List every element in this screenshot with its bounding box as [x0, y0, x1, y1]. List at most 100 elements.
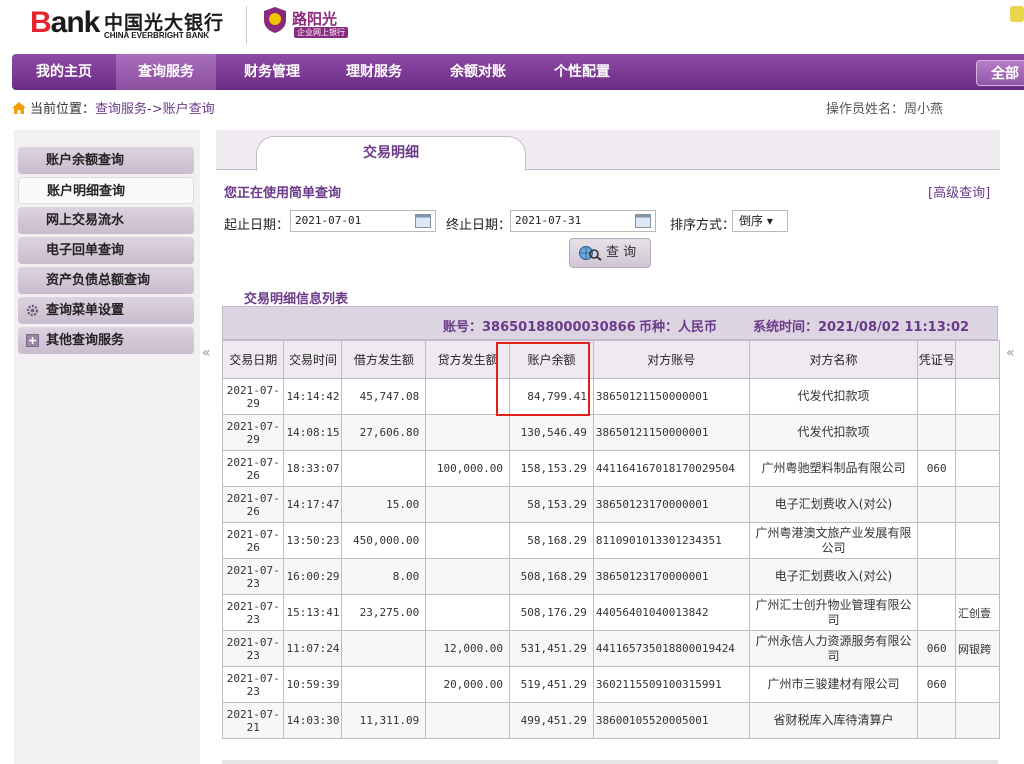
col-header-counterparty-account[interactable]: 对方账号	[592, 340, 750, 379]
sunshine-brand-subtitle: 企业网上银行	[294, 27, 348, 38]
col-header-credit[interactable]: 贷方发生额	[425, 340, 511, 379]
date-line-2: 26	[246, 468, 260, 482]
counterparty-account-cell: 38650123170000001	[592, 558, 750, 595]
debit-cell: 23,275.00	[341, 594, 427, 631]
main-nav: 我的主页 查询服务 财务管理 理财服务 余额对账 个性配置 全部	[12, 54, 1024, 90]
date-line-1: 2021-07-	[226, 527, 280, 541]
collapse-left-icon[interactable]: «	[202, 345, 211, 361]
account-info-bar: 账号：38650188000030866 币种：人民币 系统时间：2021/08…	[222, 306, 998, 340]
sidebar-item-other-query-services[interactable]: 其他查询服务	[18, 327, 194, 354]
home-icon	[12, 102, 26, 114]
date-line-1: 2021-07-	[226, 383, 280, 397]
nav-balance-reconciliation[interactable]: 余额对账	[430, 54, 526, 90]
date-line-1: 2021-07-	[226, 491, 280, 505]
date-line-2: 26	[246, 504, 260, 518]
balance-cell: 508,176.29	[509, 594, 594, 631]
lock-icon[interactable]	[1010, 6, 1024, 22]
nav-all-button[interactable]: 全部	[976, 60, 1024, 86]
col-header-time[interactable]: 交易时间	[283, 340, 343, 379]
counterparty-account-cell: 8110901013301234351	[592, 522, 750, 559]
sidebar-item-online-transactions[interactable]: 网上交易流水	[18, 207, 194, 234]
credit-cell: 20,000.00	[425, 666, 511, 703]
time-cell: 13:50:23	[283, 522, 343, 559]
system-time: 系统时间：2021/08/02 11:13:02	[753, 320, 970, 335]
sidebar-item-query-menu-settings[interactable]: 查询菜单设置	[18, 297, 194, 324]
balance-cell: 58,168.29	[509, 522, 594, 559]
date-line-2: 23	[246, 612, 260, 626]
col-header-extra[interactable]	[955, 340, 1000, 379]
collapse-right-icon[interactable]: «	[1006, 345, 1015, 361]
calendar-icon[interactable]	[635, 213, 651, 228]
extra-cell: 汇创壹	[955, 594, 1000, 631]
counterparty-name-cell: 广州永信人力资源服务有限公司	[748, 630, 919, 667]
table-row[interactable]: 2021-07- 29 14:14:42 45,747.08 84,799.41 3865…	[221, 378, 1000, 415]
date-cell: 2021-07- 23	[221, 594, 285, 631]
voucher-cell	[917, 558, 957, 595]
credit-cell	[425, 378, 511, 415]
table-row[interactable]: 2021-07- 26 13:50:23 450,000.00 58,168.29 811…	[221, 522, 1000, 559]
voucher-cell	[917, 486, 957, 523]
date-cell: 2021-07- 26	[221, 450, 285, 487]
counterparty-name-cell: 电子汇划费收入(对公)	[748, 486, 919, 523]
credit-cell	[425, 522, 511, 559]
nav-home[interactable]: 我的主页	[12, 54, 116, 90]
tab-transaction-details[interactable]: 交易明细	[256, 136, 526, 171]
date-line-2: 23	[246, 684, 260, 698]
date-line-1: 2021-07-	[226, 671, 280, 685]
sunshine-badge-icon	[264, 7, 286, 33]
sort-order-select[interactable]: 倒序 ▾	[732, 210, 788, 232]
horizontal-scrollbar[interactable]	[222, 760, 998, 764]
col-header-debit[interactable]: 借方发生额	[341, 340, 427, 379]
counterparty-name-cell: 省财税库入库待清算户	[748, 702, 919, 739]
table-row[interactable]: 2021-07- 23 11:07:24 12,000.00 531,451.29 441…	[221, 630, 1000, 667]
chevron-down-icon: ▾	[766, 214, 773, 228]
list-title: 交易明细信息列表	[244, 292, 349, 307]
operator-name: 操作员姓名：周小燕	[826, 102, 944, 117]
calendar-icon[interactable]	[415, 213, 431, 228]
currency: 币种：人民币	[639, 320, 718, 335]
counterparty-name-cell: 广州汇士创升物业管理有限公司	[748, 594, 919, 631]
nav-finance-management[interactable]: 财务管理	[224, 54, 320, 90]
counterparty-name-cell: 代发代扣款项	[748, 414, 919, 451]
nav-wealth-services[interactable]: 理财服务	[326, 54, 422, 90]
table-row[interactable]: 2021-07- 29 14:08:15 27,606.80 130,546.49 386…	[221, 414, 1000, 451]
time-cell: 11:07:24	[283, 630, 343, 667]
logo-divider	[246, 6, 247, 44]
table-header-row: 交易日期 交易时间 借方发生额 贷方发生额 账户余额 对方账号 对方名称 凭证号	[221, 340, 1000, 379]
transaction-table: 交易日期 交易时间 借方发生额 贷方发生额 账户余额 对方账号 对方名称 凭证号…	[221, 340, 1000, 739]
col-header-counterparty-name[interactable]: 对方名称	[748, 340, 919, 379]
table-row[interactable]: 2021-07- 26 14:17:47 15.00 58,153.29 38650123…	[221, 486, 1000, 523]
table-row[interactable]: 2021-07- 21 14:03:30 11,311.09 499,451.29 386…	[221, 702, 1000, 739]
credit-cell	[425, 558, 511, 595]
date-line-1: 2021-07-	[226, 707, 280, 721]
voucher-cell	[917, 594, 957, 631]
col-header-voucher[interactable]: 凭证号	[917, 340, 957, 379]
col-header-date[interactable]: 交易日期	[221, 340, 285, 379]
query-button[interactable]: 查 询	[569, 238, 651, 268]
debit-cell: 27,606.80	[341, 414, 427, 451]
table-row[interactable]: 2021-07- 23 15:13:41 23,275.00 508,176.29 440…	[221, 594, 1000, 631]
query-form: 起止日期： 2021-07-01 终止日期： 2021-07-31 排序方式： …	[224, 210, 1004, 234]
advanced-query-link[interactable]: [高级查询]	[928, 182, 990, 201]
table-row[interactable]: 2021-07- 26 18:33:07 100,000.00 158,153.29 44…	[221, 450, 1000, 487]
counterparty-name-cell: 广州粤驰塑料制品有限公司	[748, 450, 919, 487]
end-date-label: 终止日期：	[446, 218, 512, 233]
breadcrumb-path[interactable]: 查询服务->账户查询	[95, 102, 215, 117]
table-row[interactable]: 2021-07- 23 10:59:39 20,000.00 519,451.29 360…	[221, 666, 1000, 703]
sidebar-item-assets-liabilities[interactable]: 资产负债总额查询	[18, 267, 194, 294]
sort-order-value: 倒序	[739, 214, 764, 228]
balance-cell: 130,546.49	[509, 414, 594, 451]
sidebar-item-account-balance[interactable]: 账户余额查询	[18, 147, 194, 174]
breadcrumb: 当前位置：查询服务->账户查询	[12, 100, 215, 120]
voucher-cell	[917, 702, 957, 739]
nav-query-services[interactable]: 查询服务	[116, 54, 216, 90]
table-row[interactable]: 2021-07- 23 16:00:29 8.00 508,168.29 38650123…	[221, 558, 1000, 595]
col-header-balance[interactable]: 账户余额	[509, 340, 594, 379]
date-cell: 2021-07- 23	[221, 666, 285, 703]
nav-personal-settings[interactable]: 个性配置	[532, 54, 632, 90]
date-line-2: 29	[246, 396, 260, 410]
sidebar-item-account-details[interactable]: 账户明细查询	[18, 177, 194, 204]
sidebar-item-e-receipts[interactable]: 电子回单查询	[18, 237, 194, 264]
time-cell: 14:14:42	[283, 378, 343, 415]
debit-cell: 45,747.08	[341, 378, 427, 415]
